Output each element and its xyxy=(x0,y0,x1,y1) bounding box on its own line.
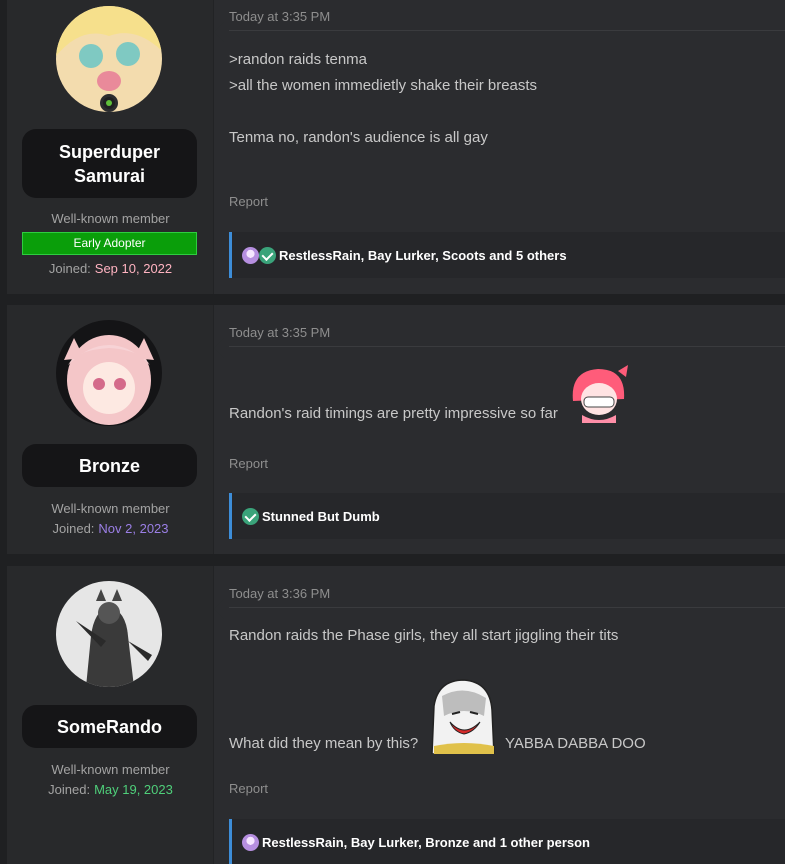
report-link[interactable]: Report xyxy=(229,194,268,209)
avatar[interactable] xyxy=(56,320,162,426)
post-arrow xyxy=(214,338,224,358)
online-status-icon xyxy=(100,94,118,112)
joined-label: Joined: xyxy=(48,261,91,276)
avatar[interactable] xyxy=(56,581,162,687)
reactions-bar[interactable]: Stunned But Dumb xyxy=(229,493,785,539)
user-title: Well-known member xyxy=(51,762,170,777)
reactions-bar[interactable]: RestlessRain, Bay Lurker, Scoots and 5 o… xyxy=(229,232,785,278)
username[interactable]: Superduper Samurai xyxy=(55,140,165,188)
reaction-icons xyxy=(242,833,259,851)
message-post: SomeRando Well-known member Joined: May 1… xyxy=(7,566,785,864)
message-content: Today at 3:35 PM Randon's raid timings a… xyxy=(229,305,785,554)
message-line: YABBA DABBA DOO xyxy=(505,735,646,752)
username-box[interactable]: Superduper Samurai xyxy=(22,129,197,198)
reactions-bar[interactable]: RestlessRain, Bay Lurker, Bronze and 1 o… xyxy=(229,819,785,864)
user-info-panel: Superduper Samurai Well-known member Ear… xyxy=(7,0,214,294)
user-title: Well-known member xyxy=(51,211,170,226)
username[interactable]: SomeRando xyxy=(57,715,162,739)
user-info-panel: Bronze Well-known member Joined: Nov 2, 2… xyxy=(7,305,214,554)
reaction-icons xyxy=(242,246,276,264)
message-line: >all the women immedietly shake their br… xyxy=(229,77,538,94)
post-timestamp[interactable]: Today at 3:36 PM xyxy=(229,586,330,601)
laughing-manga-emote-icon xyxy=(424,676,502,759)
message-post: Superduper Samurai Well-known member Ear… xyxy=(7,0,785,294)
anime-girl-emote-icon xyxy=(568,361,630,428)
report-link[interactable]: Report xyxy=(229,781,268,796)
post-arrow xyxy=(214,22,224,42)
user-banner: Early Adopter xyxy=(22,232,197,255)
user-title: Well-known member xyxy=(51,501,170,516)
message-line: >randon raids tenma xyxy=(229,51,368,68)
user-info-panel: SomeRando Well-known member Joined: May 1… xyxy=(7,566,214,864)
username-box[interactable]: SomeRando xyxy=(22,705,197,748)
message-line: Tenma no, randon's audience is all gay xyxy=(229,129,488,146)
joined-date: Nov 2, 2023 xyxy=(98,521,169,536)
reactions-list[interactable]: RestlessRain, Bay Lurker, Scoots and 5 o… xyxy=(279,248,567,263)
username[interactable]: Bronze xyxy=(79,454,140,478)
reactions-list[interactable]: RestlessRain, Bay Lurker, Bronze and 1 o… xyxy=(262,835,590,850)
reactions-list[interactable]: Stunned But Dumb xyxy=(262,509,380,524)
check-reaction-icon xyxy=(259,246,276,264)
message-content: Today at 3:35 PM >randon raids tenma >al… xyxy=(229,0,785,294)
joined-date: May 19, 2023 xyxy=(94,782,173,797)
purple-anime-reaction-icon xyxy=(242,833,259,851)
message-line: Randon's raid timings are pretty impress… xyxy=(229,401,558,427)
message-content: Today at 3:36 PM Randon raids the Phase … xyxy=(229,566,785,864)
message-line: Randon raids the Phase girls, they all s… xyxy=(229,627,619,644)
divider xyxy=(229,346,785,347)
divider xyxy=(229,607,785,608)
divider xyxy=(229,30,785,31)
message-line: What did they mean by this? xyxy=(229,735,419,752)
post-timestamp[interactable]: Today at 3:35 PM xyxy=(229,9,330,24)
joined-label: Joined: xyxy=(52,521,95,536)
username-box[interactable]: Bronze xyxy=(22,444,197,487)
joined-date: Sep 10, 2022 xyxy=(94,261,173,276)
message-post: Bronze Well-known member Joined: Nov 2, 2… xyxy=(7,305,785,554)
joined-info: Joined: May 19, 2023 xyxy=(7,782,214,797)
joined-info: Joined: Nov 2, 2023 xyxy=(7,521,214,536)
post-arrow xyxy=(214,599,224,619)
purple-anime-reaction-icon xyxy=(242,246,259,264)
post-timestamp[interactable]: Today at 3:35 PM xyxy=(229,325,330,340)
reaction-icons xyxy=(242,507,259,525)
joined-info: Joined: Sep 10, 2022 xyxy=(7,261,214,276)
check-reaction-icon xyxy=(242,507,259,525)
message-text: Randon's raid timings are pretty impress… xyxy=(229,405,558,422)
joined-label: Joined: xyxy=(48,782,91,797)
report-link[interactable]: Report xyxy=(229,456,268,471)
